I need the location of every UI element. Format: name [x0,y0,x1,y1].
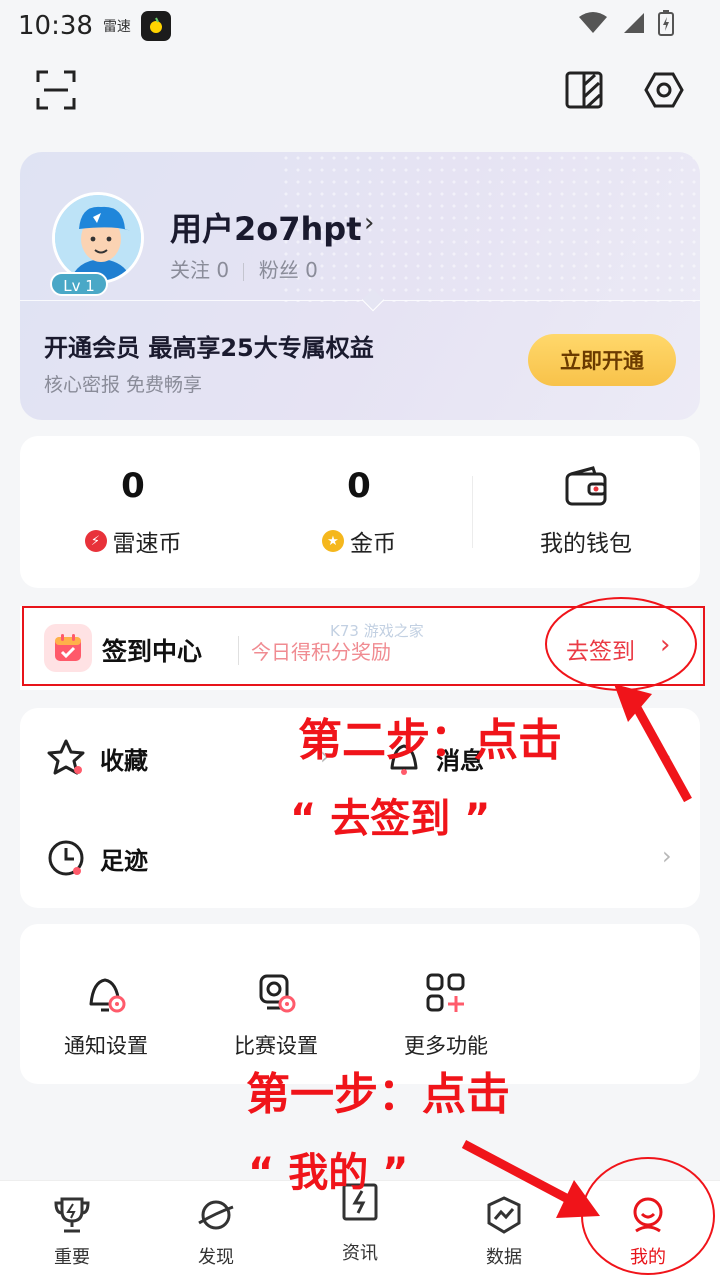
divider [20,300,700,301]
function-label: 比赛设置 [234,1034,318,1058]
leisu-coin-label: 雷速币 [112,531,182,557]
leisu-coin-stat[interactable]: 0 ⚡ 雷速币 [58,466,208,558]
tab-label: 数据 [486,1247,522,1268]
more-functions[interactable]: 更多功能 [376,970,516,1060]
favorites-label: 收藏 [100,746,148,775]
star-coin-icon: ★ [322,530,344,552]
battery-icon [658,10,674,36]
profile-icon [633,1197,663,1233]
chevron-right-icon[interactable]: › [662,842,672,870]
wallet-icon [565,466,607,506]
tab-mine[interactable]: 我的 [598,1195,698,1269]
status-bar: 10:38 雷速 [0,0,720,52]
gold-coin-value: 0 [347,466,371,506]
gold-coin-label: 金币 [350,531,396,557]
wallet-label: 我的钱包 [540,531,632,557]
avatar[interactable] [52,192,144,284]
clock-icon [48,840,84,876]
fans-count: 0 [305,258,318,282]
divider [472,476,473,548]
annotation-step1-target: “ 我的 ” [248,1150,409,1196]
status-time: 10:38 [18,11,93,41]
star-icon [47,739,85,775]
match-settings[interactable]: 比赛设置 [206,970,346,1060]
lightning-coin-icon: ⚡ [84,530,107,552]
profile-card[interactable]: 用户2o7hpt › 关注 0 粉丝 0 开通会员 最高享25大专属权益 核心密… [20,152,700,420]
gold-coin-stat[interactable]: 0 ★ 金币 [284,466,434,558]
follow-stats: 关注 0 粉丝 0 [170,254,318,283]
open-vip-button[interactable]: 立即开通 [528,334,676,386]
divider [243,262,245,281]
level-badge: Lv 1 [50,272,108,296]
notification-settings[interactable]: 通知设置 [36,970,176,1060]
chevron-right-icon[interactable]: › [662,742,672,770]
footprints-label: 足迹 [100,846,148,875]
tab-label: 重要 [54,1247,90,1268]
vip-subtitle: 核心密报 免费畅享 [44,374,203,396]
function-label: 通知设置 [64,1034,148,1058]
annotation-step1: 第一步：点击 [246,1069,510,1120]
match-settings-icon [259,974,296,1013]
status-carrier: 雷速 [102,19,131,35]
follow-label: 关注 [170,258,210,282]
wallet-entry[interactable]: 我的钱包 [516,464,656,558]
tab-data[interactable]: 数据 [454,1195,554,1269]
leisu-coin-value: 0 [121,466,145,506]
bell-settings-icon [89,978,126,1013]
data-icon [487,1196,521,1234]
signal-icon [624,13,644,33]
more-functions-icon [426,973,465,1012]
tab-discover[interactable]: 发现 [166,1195,266,1269]
chevron-right-icon[interactable]: › [364,208,374,238]
function-label: 更多功能 [404,1034,488,1058]
watermark: K73 游戏之家 [330,622,424,640]
fans-label: 粉丝 [258,258,299,282]
vip-title: 开通会员 最高享25大专属权益 [44,334,374,362]
favorites-item[interactable]: 收藏 [46,738,148,778]
tab-label: 我的 [630,1247,666,1268]
theme-toggle-icon[interactable] [556,62,612,118]
annotation-step2-target: “ 去签到 ” [290,796,491,842]
settings-icon[interactable] [636,62,692,118]
wallet-card: 0 ⚡ 雷速币 0 ★ 金币 我的钱包 [20,436,700,588]
tab-important[interactable]: 重要 [22,1195,122,1269]
wifi-icon [579,12,607,33]
scan-icon[interactable] [28,62,84,118]
highlight-box [22,606,705,686]
top-bar [0,62,720,122]
planet-icon [198,1200,234,1230]
username[interactable]: 用户2o7hpt [170,204,362,250]
follow-count: 0 [216,258,230,282]
tab-label: 资讯 [342,1243,378,1264]
annotation-step2: 第二步：点击 [298,715,562,766]
footprints-item[interactable]: 足迹 [46,838,148,878]
tab-label: 发现 [198,1247,234,1268]
app-icon [140,11,171,41]
trophy-icon [54,1197,90,1233]
